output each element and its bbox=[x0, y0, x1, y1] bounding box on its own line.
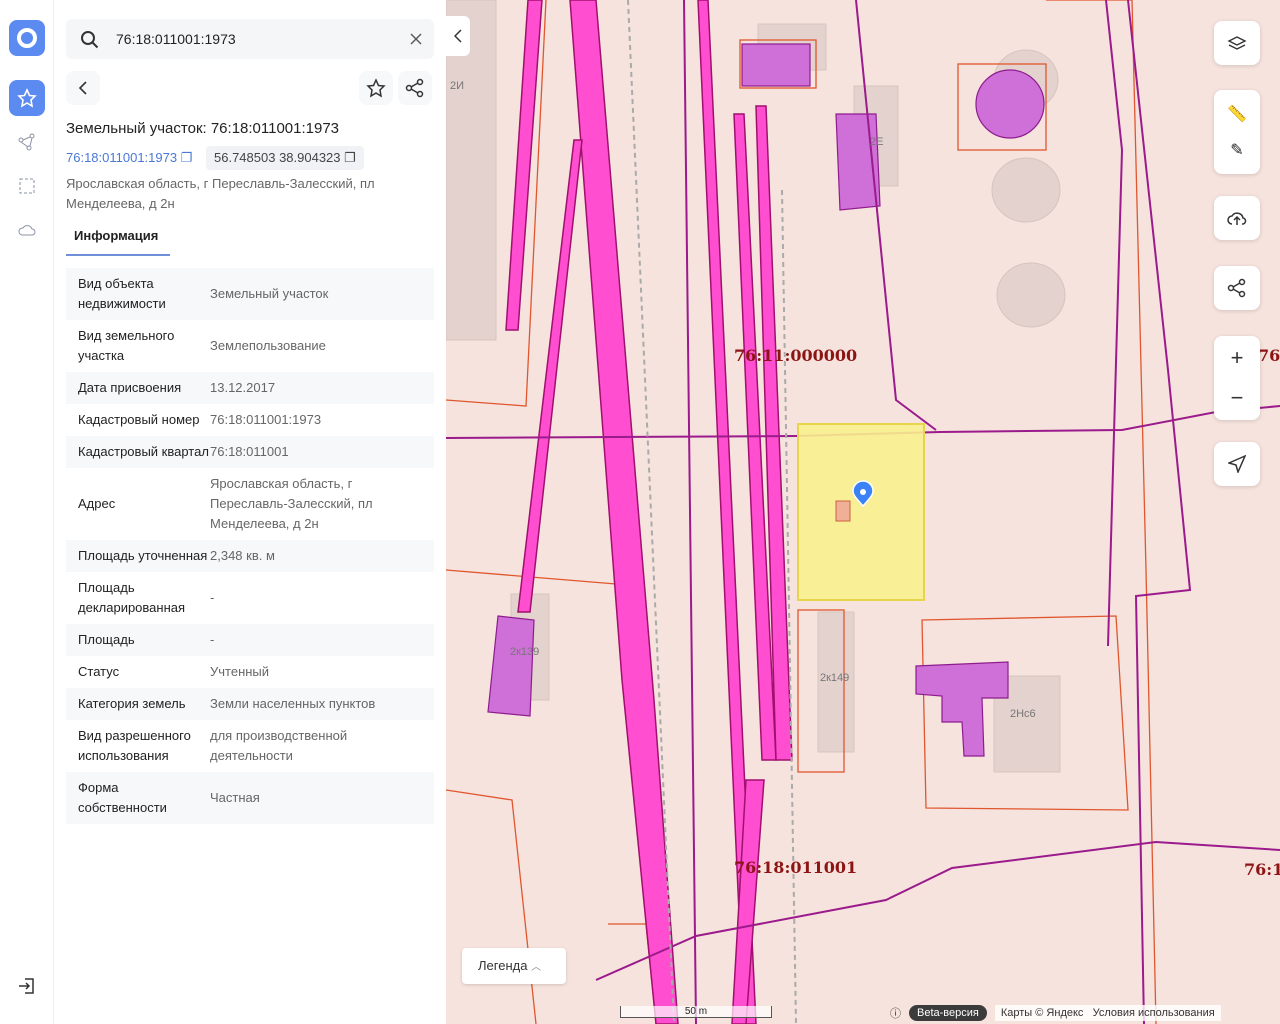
row-value: Учтенный bbox=[210, 664, 270, 679]
zoom-out-button[interactable]: − bbox=[1231, 385, 1244, 411]
attribution[interactable]: Карты © Яндекс bbox=[1001, 1007, 1084, 1019]
table-row: Форма собственности Частная bbox=[66, 772, 434, 824]
copy-icon[interactable]: ❐ bbox=[181, 150, 193, 165]
copy-icon[interactable]: ❐ bbox=[344, 150, 356, 165]
upload-button[interactable] bbox=[1214, 196, 1260, 240]
favorite-button[interactable] bbox=[359, 71, 393, 105]
cadastral-number[interactable]: 76:18:011001:1973 bbox=[66, 150, 177, 165]
quarter-label: 76:11:000000 bbox=[734, 346, 858, 365]
scale-bar: 50 m bbox=[620, 1006, 772, 1018]
row-key: Категория земель bbox=[78, 696, 186, 711]
coords-value: 56.748503 38.904323 bbox=[214, 150, 341, 165]
collapse-panel-button[interactable] bbox=[446, 16, 470, 56]
edit-icon[interactable]: ✎ bbox=[1230, 140, 1243, 160]
row-key: Дата присвоения bbox=[78, 380, 182, 395]
info-icon[interactable]: ⓘ bbox=[890, 1005, 901, 1021]
row-value: - bbox=[210, 590, 215, 605]
zoom-controls: + − bbox=[1214, 336, 1260, 420]
row-value: Земельный участок bbox=[210, 286, 329, 301]
row-value: 13.12.2017 bbox=[210, 380, 276, 395]
map[interactable]: 2И 2Е 2к139 2к149 2Нс6 76:11:000000 76:1… bbox=[446, 0, 1280, 1024]
table-row: Вид земельного участка Землепользование bbox=[66, 320, 434, 372]
info-panel: 76:18:011001:1973 Земельный участок: 76:… bbox=[54, 0, 446, 1024]
row-value: Землепользование bbox=[210, 338, 326, 353]
row-key: Статус bbox=[78, 664, 120, 679]
table-row: Адрес Ярославская область, г Переславль-З… bbox=[66, 468, 434, 540]
table-row: Статус Учтенный bbox=[66, 656, 434, 688]
table-row: Категория земель Земли населенных пунктов bbox=[66, 688, 434, 720]
app-logo[interactable] bbox=[9, 20, 45, 56]
row-value: Частная bbox=[210, 790, 260, 805]
row-value: 76:18:011001:1973 bbox=[210, 412, 322, 427]
zoom-in-button[interactable]: + bbox=[1231, 345, 1244, 371]
row-value: - bbox=[210, 632, 215, 647]
chevron-up-icon: ︿ bbox=[531, 962, 542, 973]
table-row: Кадастровый номер 76:18:011001:1973 bbox=[66, 404, 434, 436]
terms-link[interactable]: Условия использования bbox=[1093, 1007, 1215, 1019]
row-key: Вид разрешенного использования bbox=[78, 728, 191, 763]
table-row: Площадь - bbox=[66, 624, 434, 656]
row-value: Ярославская область, г Переславль-Залесс… bbox=[210, 476, 373, 531]
quarter-label: 76:1 bbox=[1258, 346, 1280, 365]
tools-group: 📏 ✎ bbox=[1214, 90, 1260, 174]
selected-parcel bbox=[797, 423, 925, 601]
search-value: 76:18:011001:1973 bbox=[116, 31, 236, 47]
ruler-icon[interactable]: 📏 bbox=[1227, 104, 1247, 124]
share-button[interactable] bbox=[398, 71, 432, 105]
row-key: Площадь уточненная bbox=[78, 548, 208, 563]
row-key: Вид земельного участка bbox=[78, 328, 175, 363]
address: Ярославская область, г Переславль-Залесс… bbox=[66, 176, 375, 211]
row-value: Земли населенных пунктов bbox=[210, 696, 376, 711]
building-label: 2И bbox=[450, 80, 465, 92]
row-key: Форма собственности bbox=[78, 780, 167, 815]
building-label: 2к149 bbox=[820, 672, 850, 684]
building-label: 2к139 bbox=[510, 646, 540, 658]
info-table: Вид объекта недвижимости Земельный участо… bbox=[66, 268, 434, 958]
cloud-icon[interactable] bbox=[9, 212, 45, 248]
beta-badge: Beta-версия bbox=[909, 1005, 987, 1021]
row-key: Площадь bbox=[78, 632, 135, 647]
locate-button[interactable] bbox=[1214, 442, 1260, 486]
share-map-button[interactable] bbox=[1214, 266, 1260, 310]
row-value: для производственной деятельности bbox=[210, 728, 348, 763]
row-value: 2,348 кв. м bbox=[210, 548, 275, 563]
cadastral-link[interactable]: 76:18:011001:1973 ❐ bbox=[66, 150, 192, 166]
table-row: Вид разрешенного использования для произв… bbox=[66, 720, 434, 772]
row-value: 76:18:011001 bbox=[210, 444, 289, 459]
table-row: Вид объекта недвижимости Земельный участо… bbox=[66, 268, 434, 320]
row-key: Кадастровый квартал bbox=[78, 444, 209, 459]
table-row: Площадь декларированная - bbox=[66, 572, 434, 624]
tab-info[interactable]: Информация bbox=[66, 226, 170, 256]
table-row: Дата присвоения 13.12.2017 bbox=[66, 372, 434, 404]
building-label: 2Е bbox=[870, 136, 884, 148]
favorites-icon[interactable] bbox=[9, 80, 45, 116]
table-row: Кадастровый квартал 76:18:011001 bbox=[66, 436, 434, 468]
search-icon bbox=[81, 31, 99, 49]
map-canvas[interactable] bbox=[446, 0, 1280, 1024]
coordinates[interactable]: 56.748503 38.904323 ❐ bbox=[206, 146, 364, 170]
star-icon bbox=[366, 78, 386, 98]
row-key: Адрес bbox=[78, 496, 116, 511]
map-footer: ⓘ Beta-версия Карты © Яндекс Условия исп… bbox=[890, 1004, 1221, 1022]
page-title: Земельный участок: 76:18:011001:1973 bbox=[66, 120, 340, 137]
legend-label: Легенда bbox=[478, 958, 528, 973]
close-icon[interactable] bbox=[410, 33, 422, 45]
table-row: Площадь уточненная 2,348 кв. м bbox=[66, 540, 434, 572]
quarter-label: 76:18:011001 bbox=[734, 858, 858, 877]
layers-button[interactable] bbox=[1214, 21, 1260, 65]
select-area-icon[interactable] bbox=[9, 168, 45, 204]
building-label: 2Нс6 bbox=[1010, 708, 1036, 720]
row-key: Площадь декларированная bbox=[78, 580, 186, 615]
logout-icon[interactable] bbox=[9, 968, 45, 1004]
share-icon bbox=[405, 78, 424, 98]
search-input[interactable]: 76:18:011001:1973 bbox=[66, 19, 434, 59]
back-button[interactable] bbox=[66, 71, 100, 105]
left-rail bbox=[0, 0, 54, 1024]
quarter-label: 76:1 bbox=[1244, 860, 1280, 879]
legend-button[interactable]: Легенда ︿ bbox=[462, 948, 566, 984]
polygon-tool-icon[interactable] bbox=[9, 124, 45, 160]
row-key: Кадастровый номер bbox=[78, 412, 200, 427]
row-key: Вид объекта недвижимости bbox=[78, 276, 166, 311]
